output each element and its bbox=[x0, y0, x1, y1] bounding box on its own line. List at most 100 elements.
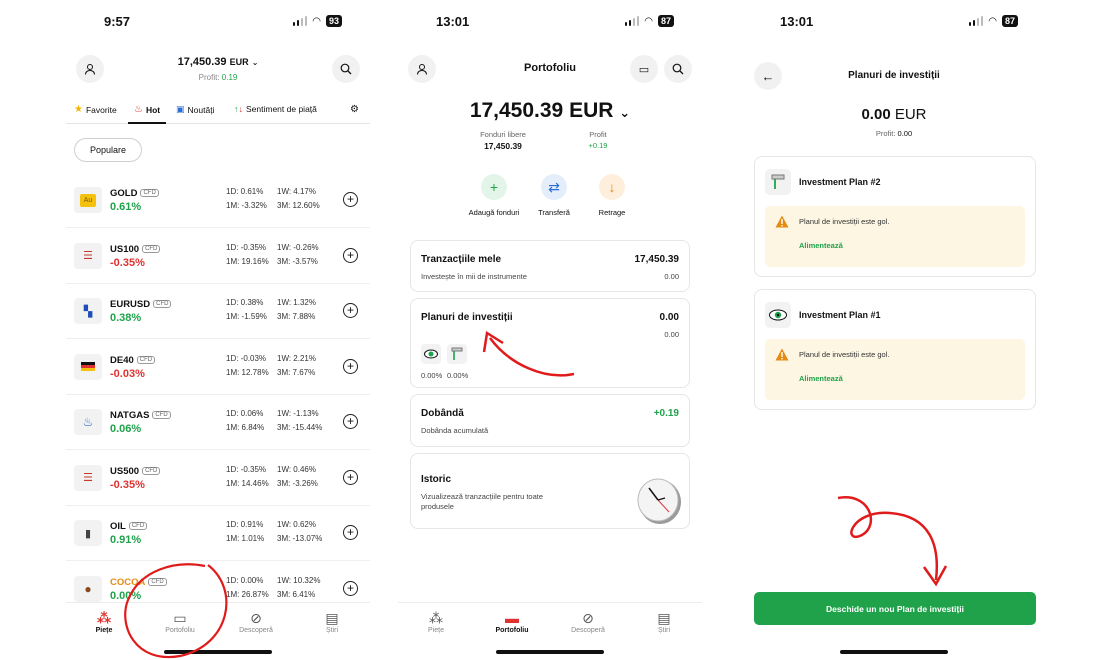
market-row[interactable]: ♨ NATGAS CFD 0.06% 1D: 0.06% 1M: 6.84% 1W: -1.… bbox=[66, 395, 370, 450]
tab-favorite[interactable]: ★ Favorite bbox=[74, 104, 117, 115]
tab-label: Noutăți bbox=[187, 104, 215, 115]
free-funds-label: Fonduri libere bbox=[480, 130, 526, 139]
open-new-plan-button[interactable]: Deschide un nou Plan de investiții bbox=[754, 592, 1036, 625]
add-favorite-button[interactable]: + bbox=[343, 414, 358, 429]
nav-label: Portofoliu bbox=[495, 627, 529, 634]
stat-3m: 3M: 6.41% bbox=[277, 589, 316, 599]
us-flag-icon: ☰ bbox=[74, 242, 102, 269]
stat-1w: 1W: 0.46% bbox=[277, 464, 316, 474]
card-value: 17,450.39 bbox=[634, 254, 680, 265]
tab-hot[interactable]: ♨ Hot bbox=[134, 104, 160, 115]
card-button[interactable]: ▭ bbox=[630, 55, 658, 83]
history-card[interactable]: Istoric Vizualizează tranzacțiile pentru… bbox=[410, 453, 690, 529]
profit-label: Profit: bbox=[198, 73, 220, 82]
home-indicator bbox=[164, 650, 272, 654]
plan-card[interactable]: Investment Plan #2 Planul de investiții … bbox=[754, 156, 1036, 277]
nav-item-descopera[interactable]: ⊘ Descoperă bbox=[558, 609, 618, 634]
search-button[interactable] bbox=[332, 55, 360, 83]
markets-screen: 9:57 ◠ 93 17,450.39 EUR ⌄ Profit: 0.19 ★… bbox=[66, 0, 370, 660]
news-icon: ▣ bbox=[176, 104, 185, 114]
nav-item-descopera[interactable]: ⊘ Descoperă bbox=[226, 609, 286, 634]
add-favorite-button[interactable]: + bbox=[343, 303, 358, 318]
status-bar: 13:01 ◠ 87 bbox=[742, 14, 1046, 32]
stat-1w: 1W: -1.13% bbox=[277, 409, 319, 418]
flame-icon: ♨ bbox=[74, 409, 102, 435]
add-favorite-button[interactable]: + bbox=[343, 580, 358, 596]
fund-plan-link[interactable]: Alimentează bbox=[799, 374, 843, 383]
transactions-card[interactable]: Tranzacțiile mele 17,450.39 Investește î… bbox=[410, 240, 690, 292]
profit-label: Profit bbox=[589, 130, 607, 139]
paint-roller-icon bbox=[765, 169, 791, 195]
page-title: Planuri de investiții bbox=[848, 70, 940, 81]
card-sub-value: 0.00 bbox=[664, 330, 679, 339]
stat-3m: 3M: -3.26% bbox=[277, 478, 318, 488]
nav-label: Piețe bbox=[95, 627, 113, 634]
balance-currency: EUR bbox=[229, 57, 249, 67]
market-row[interactable]: Au GOLD CFD 0.61% 1D: 0.61% 1M: -3.32% 1W: 4.1… bbox=[66, 173, 370, 228]
balance-header[interactable]: 17,450.39 EUR ⌄ Profit: 0.19 bbox=[66, 56, 370, 82]
stat-1d: 1D: -0.03% bbox=[226, 353, 267, 363]
status-time: 13:01 bbox=[436, 14, 470, 29]
nav-item-portofoliu[interactable]: ▭ Portofoliu bbox=[150, 609, 210, 634]
nav-item-stiri[interactable]: ▤ Știri bbox=[302, 609, 362, 634]
add-favorite-button[interactable]: + bbox=[343, 469, 358, 485]
status-time: 9:57 bbox=[104, 14, 131, 29]
cfd-badge: CFD bbox=[128, 522, 148, 531]
market-name: DE40 CFD bbox=[110, 355, 156, 366]
plan-card[interactable]: Investment Plan #1 Planul de investiții … bbox=[754, 289, 1036, 410]
warning-icon bbox=[775, 215, 789, 228]
market-row[interactable]: DE40 CFD -0.03% 1D: -0.03% 1M: 12.78% 1W: 2.2… bbox=[66, 340, 370, 395]
search-icon bbox=[340, 63, 352, 75]
nav-item-stiri[interactable]: ▤ Știri bbox=[634, 609, 694, 634]
plans-balance: 0.00 EUR bbox=[742, 106, 1046, 123]
interest-card[interactable]: Dobândă +0.19 Dobânda acumulată bbox=[410, 394, 690, 447]
add-favorite-button[interactable]: + bbox=[343, 247, 358, 263]
clock-icon bbox=[637, 478, 681, 524]
status-bar: 13:01 ◠ 87 bbox=[398, 14, 702, 32]
warning-text: Planul de investiții este gol. bbox=[799, 217, 890, 226]
stat-1w: 1W: 1.32% bbox=[277, 298, 316, 307]
add-favorite-button[interactable]: + bbox=[343, 525, 358, 540]
nav-item-portofoliu[interactable]: ▬ Portofoliu bbox=[482, 609, 542, 634]
free-funds-value: 17,450.39 bbox=[484, 141, 522, 151]
nav-item-piete[interactable]: ⁂ Piețe bbox=[406, 609, 466, 634]
settings-button[interactable]: ⚙ bbox=[350, 104, 359, 115]
action-label: Transferă bbox=[538, 208, 570, 217]
wallet-icon: ▬ bbox=[505, 610, 519, 626]
wifi-icon: ◠ bbox=[644, 15, 653, 27]
stat-3m: 3M: -3.57% bbox=[277, 256, 318, 266]
market-row[interactable]: ▚ EURUSD CFD 0.38% 1D: 0.38% 1M: -1.59% 1W: 1.… bbox=[66, 284, 370, 339]
market-name: COCOA CFD bbox=[110, 577, 167, 588]
search-button[interactable] bbox=[664, 55, 692, 83]
signal-icon bbox=[624, 16, 640, 26]
nav-label: Portofoliu bbox=[165, 627, 195, 634]
tab-noutati[interactable]: ▣ Noutăți bbox=[176, 104, 214, 115]
investment-plans-card[interactable]: Planuri de investiții 0.00 0.00 0.00% 0.… bbox=[410, 298, 690, 388]
add-favorite-button[interactable]: + bbox=[343, 358, 358, 374]
market-name: NATGAS CFD bbox=[110, 410, 171, 421]
signal-icon bbox=[292, 16, 308, 26]
add-favorite-button[interactable]: + bbox=[343, 192, 358, 207]
market-change: 0.91% bbox=[110, 534, 142, 546]
card-value: +0.19 bbox=[653, 408, 679, 419]
stat-3m: 3M: 12.60% bbox=[277, 201, 320, 210]
stat-1w: 1W: 4.17% bbox=[277, 187, 316, 196]
stat-1w: 1W: 2.21% bbox=[277, 353, 316, 363]
star-icon: ★ bbox=[74, 104, 83, 115]
us-flag-icon: ☰ bbox=[74, 464, 102, 491]
nav-label: Descoperă bbox=[239, 627, 273, 634]
market-row[interactable]: ▮ OIL CFD 0.91% 1D: 0.91% 1M: 1.01% 1W: 0.62% 3… bbox=[66, 506, 370, 561]
portfolio-balance[interactable]: 17,450.39 EUR ⌄ bbox=[398, 99, 702, 123]
card-subtitle: Dobânda acumulată bbox=[421, 426, 489, 435]
plus-icon: + bbox=[481, 174, 507, 200]
withdraw-button[interactable]: ↓ Retrage bbox=[572, 174, 652, 217]
market-row[interactable]: ☰ US100 CFD -0.35% 1D: -0.35% 1M: 19.16% 1W: -… bbox=[66, 229, 370, 284]
filter-chip-populare[interactable]: Populare bbox=[74, 138, 143, 162]
home-indicator bbox=[496, 650, 604, 654]
nav-item-piete[interactable]: ⁂ Piețe bbox=[74, 609, 134, 634]
tab-sentiment[interactable]: ↑↓ Sentiment de piață bbox=[234, 104, 317, 114]
stat-1d: 1D: -0.35% bbox=[226, 464, 267, 474]
stat-1m: 1M: -1.59% bbox=[226, 312, 267, 321]
fund-plan-link[interactable]: Alimentează bbox=[799, 241, 843, 250]
market-row[interactable]: ☰ US500 CFD -0.35% 1D: -0.35% 1M: 14.46% 1W: 0… bbox=[66, 451, 370, 506]
